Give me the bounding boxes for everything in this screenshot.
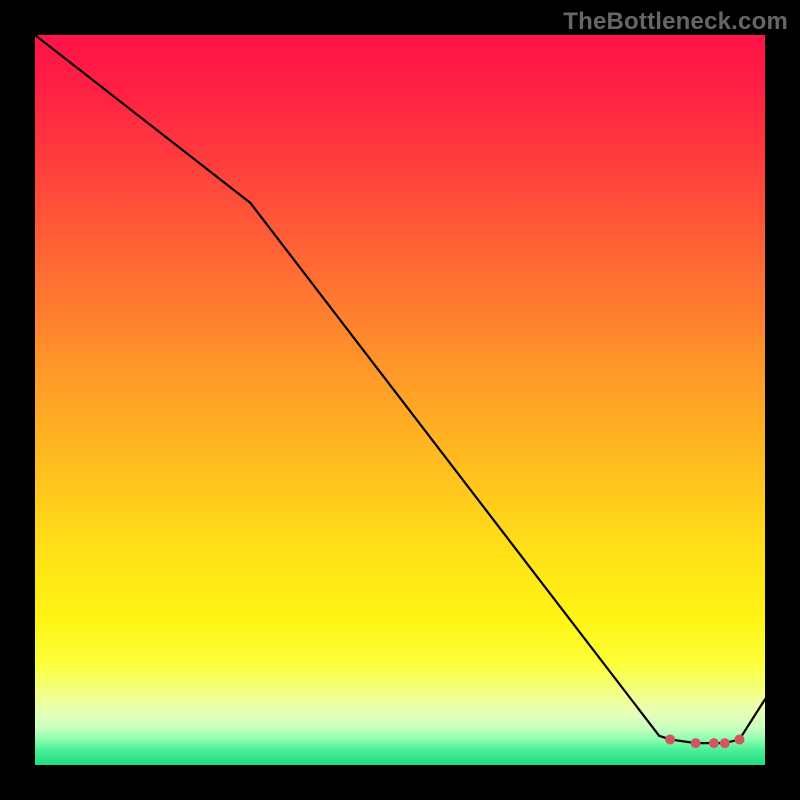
marker-point xyxy=(709,738,719,748)
marker-point xyxy=(720,738,730,748)
marker-point xyxy=(691,738,701,748)
marker-point xyxy=(665,734,675,744)
plot-svg xyxy=(35,35,765,765)
marker-point xyxy=(734,734,744,744)
watermark-text: TheBottleneck.com xyxy=(563,8,788,36)
plot-area xyxy=(35,35,765,765)
chart-container: TheBottleneck.com xyxy=(0,0,800,800)
gradient-background xyxy=(35,35,765,765)
